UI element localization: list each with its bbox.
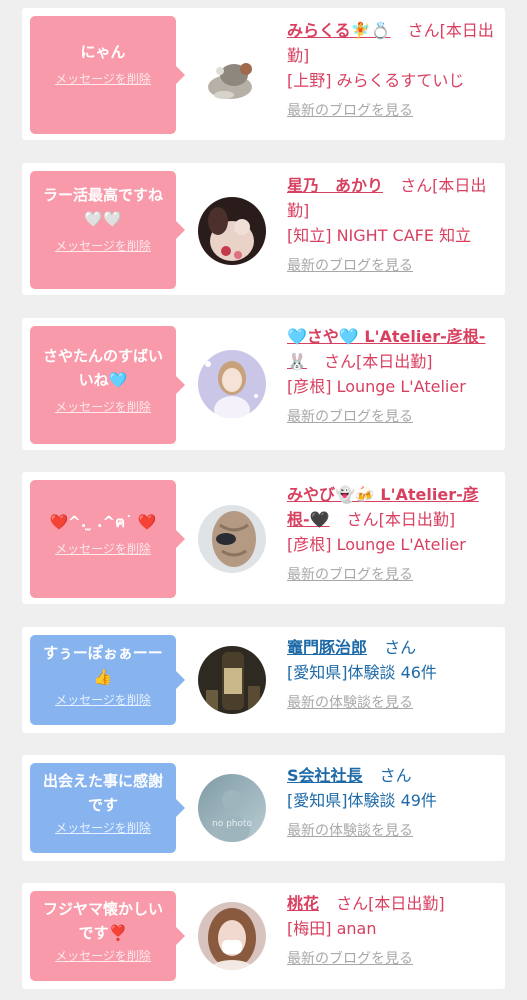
name-suffix: さん[本日出勤] (336, 894, 445, 913)
delete-message-link[interactable]: メッセージを削除 (55, 691, 151, 708)
card-info: 竈門豚治郎 さん [愛知県]体験談 46件 最新の体験談を見る (287, 635, 495, 716)
latest-blog-link[interactable]: 最新のブログを見る (287, 254, 495, 279)
message-text: ラー活最高ですね🤍🤍 (42, 186, 163, 228)
avatar[interactable] (198, 505, 266, 573)
no-photo-icon: no photo (198, 774, 266, 842)
review-count: [愛知県]体験談 49件 (287, 791, 437, 810)
message-card: 出会えた事に感謝です メッセージを削除 no photo S会社社長 さん [愛… (22, 755, 505, 861)
cat-photo-icon (198, 43, 266, 111)
card-info: みらくる🧚💍 さん[本日出勤] [上野] みらくるすていじ 最新のブログを見る (287, 18, 495, 124)
message-card: にゃん メッセージを削除 みらくる🧚💍 さん[本日出勤] [上野] みらくるすて… (22, 8, 505, 140)
review-count: [愛知県]体験談 46件 (287, 663, 437, 682)
card-info: 🩵さや🩵 L'Atelier-彦根-🐰 さん[本日出勤] [彦根] Lounge… (287, 324, 495, 430)
cast-name-link[interactable]: 桃花 (287, 894, 319, 913)
name-suffix: さん (379, 766, 412, 785)
latest-review-link[interactable]: 最新の体験談を見る (287, 819, 495, 844)
name-suffix: さん[本日出勤] (346, 510, 456, 529)
avatar[interactable]: no photo (198, 774, 266, 842)
no-photo-label: no photo (212, 819, 253, 829)
cast-name-link[interactable]: みらくる🧚💍 (287, 21, 391, 40)
hair-photo-icon (198, 505, 266, 573)
message-bubble: フジヤマ懐かしいです❣️ メッセージを削除 (30, 891, 185, 981)
bottle-photo-icon (198, 646, 266, 714)
latest-blog-link[interactable]: 最新のブログを見る (287, 947, 495, 972)
message-card: すぅーぽぉぁーー👍 メッセージを削除 竈門豚治郎 さん [愛知県]体験談 46件… (22, 627, 505, 733)
delete-message-link[interactable]: メッセージを削除 (55, 398, 151, 415)
card-info: 桃花 さん[本日出勤] [梅田] anan 最新のブログを見る (287, 891, 495, 972)
message-text: フジヤマ懐かしいです❣️ (42, 900, 163, 942)
shop-location: [知立] NIGHT CAFE 知立 (287, 226, 472, 245)
shop-location: [彦根] Lounge L'Atelier (287, 535, 466, 554)
avatar[interactable] (198, 350, 266, 418)
shop-location: [彦根] Lounge L'Atelier (287, 377, 466, 396)
latest-blog-link[interactable]: 最新のブログを見る (287, 405, 495, 430)
avatar[interactable] (198, 902, 266, 970)
reviewer-name-link[interactable]: 竈門豚治郎 (287, 638, 367, 657)
person-photo-icon (198, 350, 266, 418)
latest-review-link[interactable]: 最新の体験談を見る (287, 691, 495, 716)
person-photo-icon (198, 902, 266, 970)
message-bubble: さやたんのすばいいね🩵 メッセージを削除 (30, 326, 185, 444)
card-info: みやび👻🍻 L'Atelier-彦根-🖤 さん[本日出勤] [彦根] Loung… (287, 482, 495, 588)
message-text: さやたんのすばいいね🩵 (42, 347, 163, 389)
latest-blog-link[interactable]: 最新のブログを見る (287, 99, 495, 124)
message-text: ❤️^. ̫ .^ฅ˙ ❤️ (49, 513, 157, 531)
delete-message-link[interactable]: メッセージを削除 (55, 540, 151, 557)
avatar[interactable] (198, 646, 266, 714)
cast-name-link[interactable]: 星乃 あかり (287, 176, 383, 195)
shop-location: [梅田] anan (287, 919, 377, 938)
message-bubble: ラー活最高ですね🤍🤍 メッセージを削除 (30, 171, 185, 289)
card-info: S会社社長 さん [愛知県]体験談 49件 最新の体験談を見る (287, 763, 495, 844)
reviewer-name-link[interactable]: S会社社長 (287, 766, 363, 785)
message-bubble: すぅーぽぉぁーー👍 メッセージを削除 (30, 635, 185, 725)
delete-message-link[interactable]: メッセージを削除 (55, 237, 151, 254)
message-card: フジヤマ懐かしいです❣️ メッセージを削除 桃花 さん[本日出勤] [梅田] a… (22, 883, 505, 989)
message-card: さやたんのすばいいね🩵 メッセージを削除 🩵さや🩵 L'Atelier-彦根-🐰… (22, 318, 505, 450)
avatar[interactable] (198, 197, 266, 265)
name-suffix: さん (384, 638, 417, 657)
card-info: 星乃 あかり さん[本日出勤] [知立] NIGHT CAFE 知立 最新のブロ… (287, 173, 495, 279)
delete-message-link[interactable]: メッセージを削除 (55, 819, 151, 836)
message-bubble: 出会えた事に感謝です メッセージを削除 (30, 763, 185, 853)
message-card: ❤️^. ̫ .^ฅ˙ ❤️ メッセージを削除 みやび👻🍻 L'Atelier-… (22, 472, 505, 604)
person-photo-icon (198, 197, 266, 265)
message-card: ラー活最高ですね🤍🤍 メッセージを削除 星乃 あかり さん[本日出勤] [知立]… (22, 163, 505, 295)
message-text: 出会えた事に感謝です (42, 772, 163, 814)
latest-blog-link[interactable]: 最新のブログを見る (287, 563, 495, 588)
message-text: にゃん (80, 43, 126, 61)
message-text: すぅーぽぉぁーー👍 (43, 644, 163, 686)
delete-message-link[interactable]: メッセージを削除 (55, 947, 151, 964)
avatar[interactable] (198, 43, 266, 111)
shop-location: [上野] みらくるすていじ (287, 71, 465, 90)
message-bubble: にゃん メッセージを削除 (30, 16, 185, 134)
name-suffix: さん[本日出勤] (324, 352, 433, 371)
delete-message-link[interactable]: メッセージを削除 (55, 70, 151, 87)
message-bubble: ❤️^. ̫ .^ฅ˙ ❤️ メッセージを削除 (30, 480, 185, 598)
